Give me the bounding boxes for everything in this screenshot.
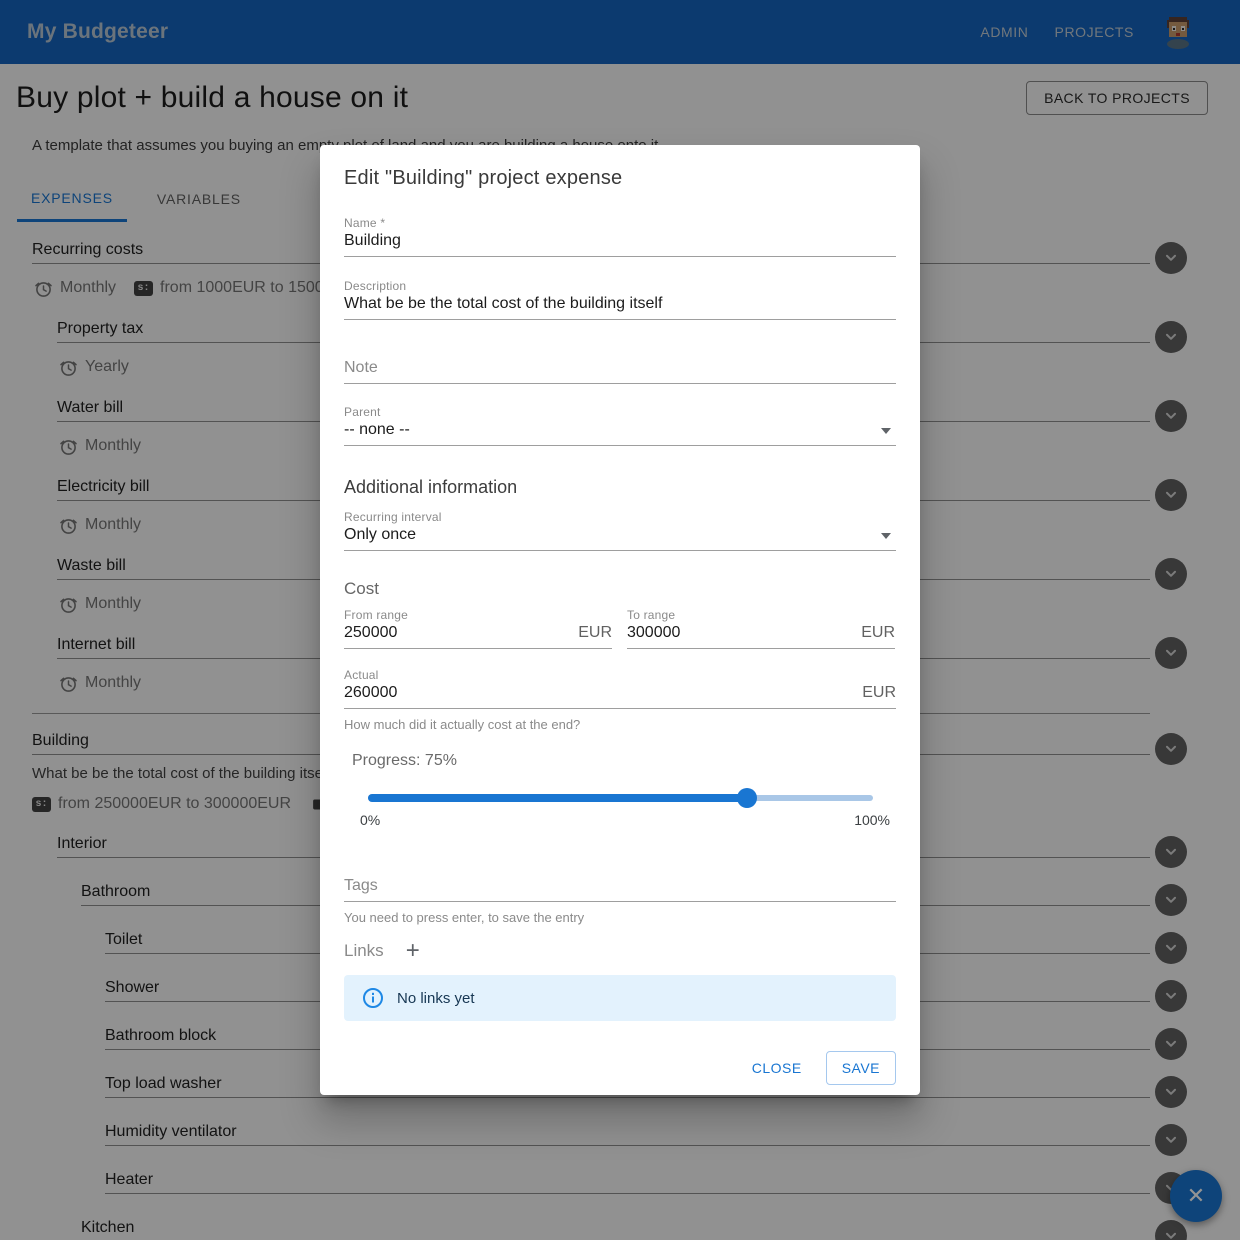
to-range-input[interactable]: 300000 EUR <box>627 622 895 649</box>
to-range-value: 300000 <box>627 624 681 641</box>
actual-currency: EUR <box>862 684 896 701</box>
dropdown-arrow-icon <box>881 533 891 539</box>
to-range-currency: EUR <box>861 624 895 641</box>
dialog-title: Edit "Building" project expense <box>344 167 623 189</box>
add-link-button[interactable]: + <box>406 939 420 963</box>
progress-slider-fill <box>368 794 747 802</box>
tags-helper-text: You need to press enter, to save the ent… <box>344 910 585 925</box>
parent-selected-value: -- none -- <box>344 421 410 438</box>
from-range-input[interactable]: 250000 EUR <box>344 622 612 649</box>
progress-label: Progress: 75% <box>352 752 457 769</box>
slider-min-label: 0% <box>360 812 381 828</box>
from-range-label: From range <box>344 608 409 622</box>
actual-label: Actual <box>344 668 379 682</box>
recurring-interval-value: Only once <box>344 526 417 543</box>
edit-expense-dialog: Edit "Building" project expense Name * B… <box>320 145 920 1095</box>
additional-information-heading: Additional information <box>344 477 518 497</box>
dropdown-arrow-icon <box>881 428 891 434</box>
progress-slider[interactable] <box>368 788 873 808</box>
description-label: Description <box>344 279 407 293</box>
info-icon <box>363 988 383 1008</box>
close-button[interactable]: CLOSE <box>736 1051 818 1085</box>
slider-scale: 0% 100% <box>360 812 890 828</box>
links-label: Links <box>344 941 384 960</box>
name-input[interactable]: Building <box>344 230 896 257</box>
parent-select[interactable]: -- none -- <box>344 419 896 446</box>
cost-heading: Cost <box>344 579 379 598</box>
name-label: Name * <box>344 216 386 230</box>
from-range-value: 250000 <box>344 624 398 641</box>
parent-label: Parent <box>344 405 381 419</box>
save-button[interactable]: SAVE <box>825 1051 896 1085</box>
note-input[interactable]: Note <box>344 357 896 384</box>
recurring-interval-label: Recurring interval <box>344 510 442 524</box>
from-range-currency: EUR <box>578 624 612 641</box>
tags-input[interactable]: Tags <box>344 875 896 902</box>
actual-value: 260000 <box>344 684 398 701</box>
recurring-interval-select[interactable]: Only once <box>344 524 896 551</box>
slider-thumb[interactable] <box>736 788 757 808</box>
actual-input[interactable]: 260000 EUR <box>344 682 896 709</box>
description-input[interactable]: What be be the total cost of the buildin… <box>344 293 896 320</box>
no-links-banner: No links yet <box>344 975 896 1021</box>
no-links-message: No links yet <box>397 989 475 1007</box>
actual-helper-text: How much did it actually cost at the end… <box>344 717 581 732</box>
to-range-label: To range <box>627 608 676 622</box>
slider-max-label: 100% <box>854 812 890 828</box>
